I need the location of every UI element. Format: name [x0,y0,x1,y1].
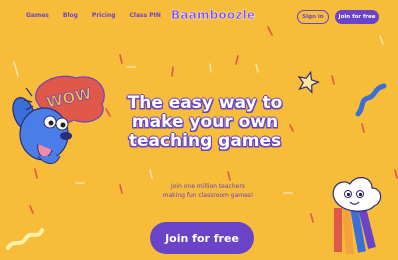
landing-page: Games Blog Pricing Class PIN Baamboozle … [0,0,398,260]
star-icon [297,70,320,94]
bottom-squiggle-icon [6,228,44,250]
rainbow-cloud-mascot-icon [332,177,382,255]
hero-subline: Join one million teachers making fun cla… [138,182,278,200]
hero-headline-line-1: The easy way to [127,93,283,113]
burst-lines-icon [23,87,34,111]
hero-headline-line-2: make your own [131,112,279,132]
hero-subline-line-2: making fun classroom games! [162,192,254,199]
join-for-free-cta-button[interactable]: Join for free [150,222,254,254]
hero-subline-line-1: Join one million teachers [171,183,245,190]
hero-headline-line-3: teaching games [128,131,282,151]
hero-headline: The easy way to make your own teaching g… [120,94,290,151]
squiggle-icon [355,83,387,117]
